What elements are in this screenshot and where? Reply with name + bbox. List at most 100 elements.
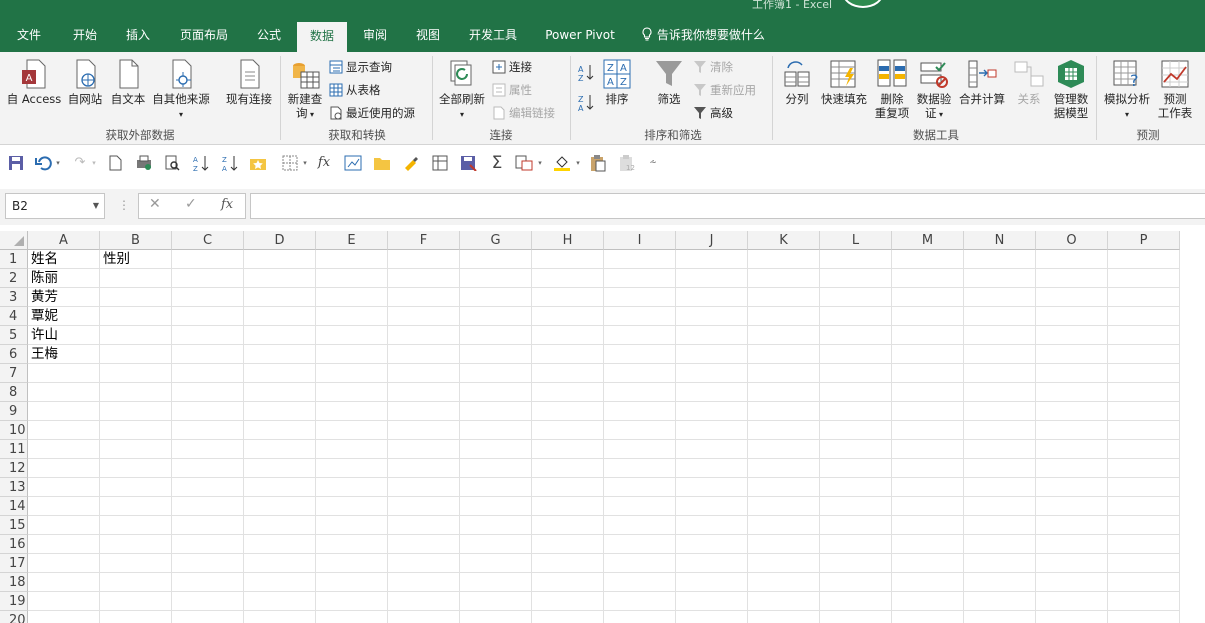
redo-dropdown-icon[interactable]: ▾ [88,152,100,174]
column-header-f[interactable]: F [388,231,460,250]
recent-sources-button[interactable]: 最近使用的源 [329,105,415,121]
column-header-n[interactable]: N [964,231,1036,250]
enter-icon[interactable]: ✓ [185,196,197,212]
cell-a3[interactable]: 黄芳 [28,288,100,307]
edit-links-button[interactable]: 编辑链接 [492,105,555,121]
tab-insert[interactable]: 插入 [115,20,161,52]
name-box[interactable]: B2 ▼ [5,193,105,219]
row-header-18[interactable]: 18 [0,573,28,592]
from-access-button[interactable]: A 自 Access [4,58,64,106]
redo-icon[interactable]: ↷ [70,152,90,174]
tab-file[interactable]: 文件 [6,20,52,52]
row-header-2[interactable]: 2 [0,269,28,288]
select-all-corner[interactable] [0,231,28,250]
text-to-columns-button[interactable]: 分列 [778,58,816,106]
column-header-p[interactable]: P [1108,231,1180,250]
data-validation-button[interactable]: 数据验证 ▾ [914,58,954,122]
undo-dropdown-icon[interactable]: ▾ [52,152,64,174]
tab-data[interactable]: 数据 [297,22,347,52]
from-other-sources-button[interactable]: 自其他来源 ▾ [148,58,214,122]
paste-values-icon[interactable]: 12 [617,152,637,174]
worksheet-grid[interactable]: A B C D E F G H I J K L M N O P 1 2 3 4 5 6 7 8 9 10 11 12 13 14 15 16 1… [0,231,1205,623]
column-header-d[interactable]: D [244,231,316,250]
conditional-format-icon[interactable] [514,152,534,174]
row-header-1[interactable]: 1 [0,250,28,269]
column-header-a[interactable]: A [28,231,100,250]
row-header-6[interactable]: 6 [0,345,28,364]
camera-icon[interactable] [343,152,363,174]
column-header-k[interactable]: K [748,231,820,250]
new-query-button[interactable]: 新建查询 ▾ [284,58,326,122]
relationships-button[interactable]: 关系 [1010,58,1048,106]
row-header-16[interactable]: 16 [0,535,28,554]
open-folder-icon[interactable] [372,152,392,174]
cell-a4[interactable]: 覃妮 [28,307,100,326]
remove-duplicates-button[interactable]: 删除 重复项 [872,58,912,120]
column-header-e[interactable]: E [316,231,388,250]
chevron-down-icon[interactable]: ▼ [93,194,99,218]
borders-icon[interactable] [280,152,300,174]
autosum-icon[interactable]: Σ [487,152,507,174]
save-as-icon[interactable] [459,152,479,174]
sort-descending-icon[interactable]: ZA [220,152,240,174]
advanced-filter-button[interactable]: 高级 [693,105,733,121]
cell-a1[interactable]: 姓名 [28,250,100,269]
reapply-filter-button[interactable]: 重新应用 [693,82,756,98]
row-header-13[interactable]: 13 [0,478,28,497]
fill-color-icon[interactable] [552,152,572,174]
row-header-12[interactable]: 12 [0,459,28,478]
filter-button[interactable]: 筛选 [650,58,688,106]
row-header-15[interactable]: 15 [0,516,28,535]
from-table-button[interactable]: 从表格 [329,82,381,98]
print-preview-zoom-icon[interactable] [162,152,182,174]
fill-color-dropdown-icon[interactable]: ▾ [572,152,584,174]
tab-developer[interactable]: 开发工具 [460,20,526,52]
column-header-l[interactable]: L [820,231,892,250]
paste-icon[interactable] [588,152,608,174]
row-header-10[interactable]: 10 [0,421,28,440]
column-header-j[interactable]: J [676,231,748,250]
freeze-panes-icon[interactable] [430,152,450,174]
new-document-icon[interactable] [105,152,125,174]
row-header-8[interactable]: 8 [0,383,28,402]
formula-bar-grip-icon[interactable]: ⋮ [118,198,130,212]
row-header-3[interactable]: 3 [0,288,28,307]
row-header-19[interactable]: 19 [0,592,28,611]
sort-ascending-icon[interactable]: AZ [191,152,211,174]
row-header-17[interactable]: 17 [0,554,28,573]
print-preview-icon[interactable] [134,152,154,174]
row-header-14[interactable]: 14 [0,497,28,516]
what-if-analysis-button[interactable]: ? 模拟分析 ▾ [1100,58,1154,122]
column-header-m[interactable]: M [892,231,964,250]
formula-input[interactable] [250,193,1205,219]
column-header-g[interactable]: G [460,231,532,250]
tab-power-pivot[interactable]: Power Pivot [537,20,623,52]
favorites-icon[interactable] [248,152,268,174]
format-painter-icon[interactable] [401,152,421,174]
row-header-9[interactable]: 9 [0,402,28,421]
column-header-b[interactable]: B [100,231,172,250]
tab-page-layout[interactable]: 页面布局 [170,20,238,52]
tab-formulas[interactable]: 公式 [247,20,291,52]
row-header-5[interactable]: 5 [0,326,28,345]
from-text-button[interactable]: 自文本 [106,58,150,106]
row-header-7[interactable]: 7 [0,364,28,383]
column-header-c[interactable]: C [172,231,244,250]
connections-button[interactable]: 连接 [492,59,532,75]
flash-fill-button[interactable]: 快速填充 [818,58,870,106]
save-icon[interactable] [6,152,26,174]
from-web-button[interactable]: 自网站 [64,58,106,106]
refresh-all-button[interactable]: 全部刷新 ▾ [436,58,488,122]
sort-ascending-button[interactable]: AZ [576,62,596,85]
manage-data-model-button[interactable]: 管理数 据模型 [1050,58,1092,120]
cell-a5[interactable]: 许山 [28,326,100,345]
existing-connections-button[interactable]: 现有连接 [220,58,278,106]
consolidate-button[interactable]: 合并计算 [956,58,1008,106]
forecast-sheet-button[interactable]: 预测 工作表 [1154,58,1196,120]
tab-home[interactable]: 开始 [62,20,108,52]
conditional-format-dropdown-icon[interactable]: ▾ [534,152,546,174]
cell-b1[interactable]: 性别 [100,250,172,269]
show-queries-button[interactable]: 显示查询 [329,59,392,75]
cell-a2[interactable]: 陈丽 [28,269,100,288]
tell-me-search[interactable]: 告诉我你想要做什么 [641,20,765,52]
